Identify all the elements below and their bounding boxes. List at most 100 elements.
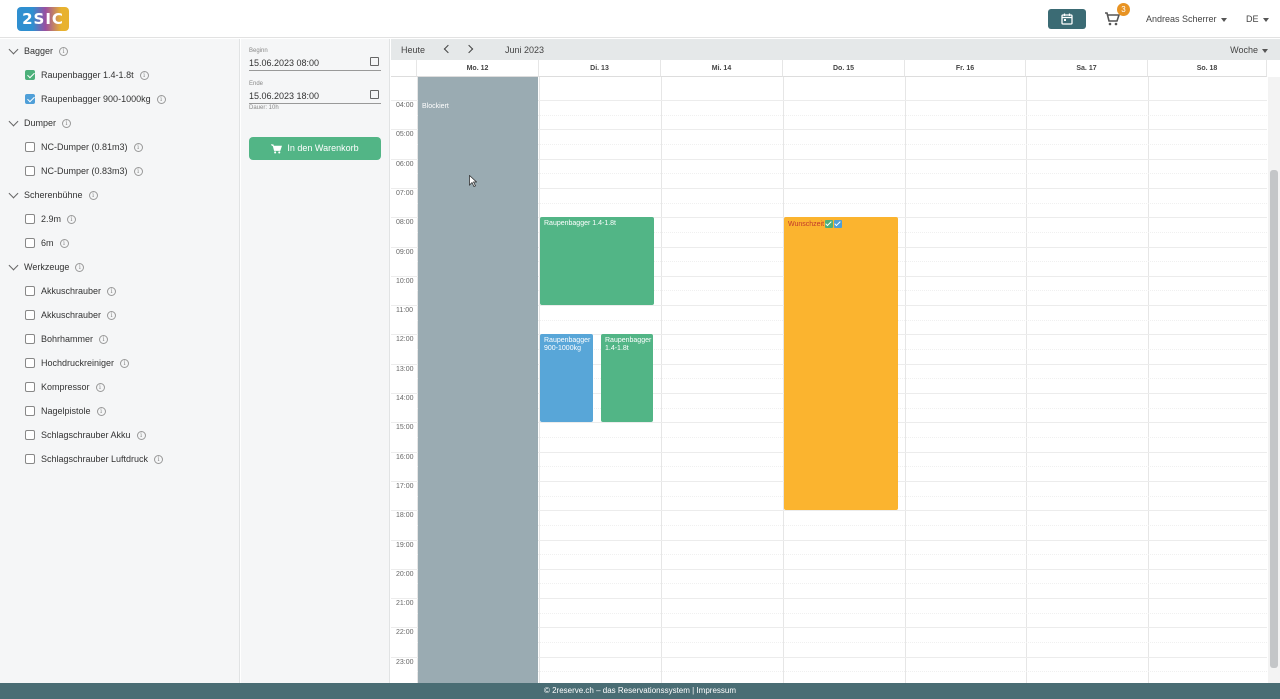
resource-item[interactable]: Nagelpistole i — [25, 404, 106, 418]
resource-label: Hochdruckreiniger — [41, 358, 115, 368]
add-to-cart-button[interactable]: In den Warenkorb — [249, 137, 381, 160]
chevron-down-icon — [1262, 48, 1268, 53]
reservation-event[interactable]: Raupenbagger 900-1000kg — [540, 334, 593, 423]
day-header[interactable]: Mo. 12 — [417, 60, 539, 77]
info-icon[interactable]: i — [133, 142, 143, 152]
group-header[interactable]: Scherenbühne i — [8, 188, 98, 202]
resource-checkbox[interactable] — [25, 214, 35, 224]
info-icon[interactable]: i — [67, 214, 77, 224]
day-column-line — [1148, 77, 1149, 683]
resource-checkbox[interactable] — [25, 358, 35, 368]
group-header[interactable]: Dumper i — [8, 116, 72, 130]
group-header[interactable]: Werkzeuge i — [8, 260, 85, 274]
resource-item[interactable]: Schlagschrauber Luftdruck i — [25, 452, 164, 466]
day-header[interactable]: Di. 13 — [539, 60, 661, 77]
resource-item[interactable]: Kompressor i — [25, 380, 105, 394]
resource-checkbox[interactable] — [25, 406, 35, 416]
calendar-icon — [1061, 13, 1073, 25]
cart-count-badge: 3 — [1117, 3, 1130, 16]
scrollbar-thumb[interactable] — [1270, 170, 1278, 668]
chevron-down-icon — [8, 44, 19, 55]
event-title: Wunschzeit — [788, 221, 825, 229]
resource-checkbox[interactable] — [25, 70, 35, 80]
info-icon[interactable]: i — [59, 46, 69, 56]
resource-checkbox[interactable] — [25, 454, 35, 464]
day-header[interactable]: Fr. 16 — [905, 60, 1026, 77]
resource-item[interactable]: Hochdruckreiniger i — [25, 356, 130, 370]
user-menu[interactable]: Andreas Scherrer — [1146, 14, 1227, 24]
calendar-picker-icon[interactable] — [370, 90, 379, 99]
day-header[interactable]: Do. 15 — [783, 60, 905, 77]
resource-checkbox[interactable] — [25, 238, 35, 248]
info-icon[interactable]: i — [62, 118, 72, 128]
info-icon[interactable]: i — [156, 94, 166, 104]
resource-item[interactable]: NC-Dumper (0.81m3) i — [25, 140, 143, 154]
reservation-event[interactable]: Raupenbagger 1.4-1.8t — [540, 217, 654, 306]
hour-label: 07:00 — [396, 189, 414, 197]
next-week-icon[interactable] — [464, 44, 474, 54]
resource-checkbox[interactable] — [25, 382, 35, 392]
app-logo[interactable]: 2SIC — [17, 7, 69, 31]
resource-item[interactable]: NC-Dumper (0.83m3) i — [25, 164, 143, 178]
day-header[interactable]: Mi. 14 — [661, 60, 783, 77]
info-icon[interactable]: i — [154, 454, 164, 464]
view-selector[interactable]: Woche — [1230, 45, 1268, 55]
day-header[interactable]: Sa. 17 — [1026, 60, 1148, 77]
footer-text[interactable]: © 2reserve.ch – das Reservationssystem |… — [544, 686, 736, 695]
blocked-event[interactable]: Blockiert — [418, 77, 538, 683]
info-icon[interactable]: i — [107, 286, 117, 296]
resource-item[interactable]: Bohrhammer i — [25, 332, 109, 346]
time-grid[interactable]: 04:00 05:00 06:00 07:00 08:00 09:00 10:00 11:00… — [391, 77, 1267, 683]
calendar-view-button[interactable] — [1048, 9, 1086, 29]
resource-label: Akkuschrauber — [41, 286, 102, 296]
previous-week-icon[interactable] — [443, 44, 453, 54]
info-icon[interactable]: i — [75, 262, 85, 272]
resource-item[interactable]: 2.9m i — [25, 212, 77, 226]
resource-label: Akkuschrauber — [41, 310, 102, 320]
hour-label: 05:00 — [396, 131, 414, 139]
info-icon[interactable]: i — [136, 430, 146, 440]
resource-item[interactable]: Schlagschrauber Akku i — [25, 428, 146, 442]
end-datetime-field[interactable]: 15.06.2023 18:00 — [249, 90, 381, 104]
wish-time-event[interactable]: Wunschzeit — [784, 217, 898, 511]
info-icon[interactable]: i — [120, 358, 130, 368]
event-title: Raupenbagger 900-1000kg — [544, 337, 591, 353]
half-hour-line — [417, 202, 1267, 204]
info-icon[interactable]: i — [96, 406, 106, 416]
resource-checkbox[interactable] — [25, 286, 35, 296]
info-icon[interactable]: i — [133, 166, 143, 176]
reservation-event[interactable]: Raupenbagger 1.4-1.8t — [601, 334, 653, 423]
resource-item[interactable]: Raupenbagger 900-1000kg i — [25, 92, 166, 106]
resource-item[interactable]: Raupenbagger 1.4-1.8t i — [25, 68, 149, 82]
cart-icon[interactable] — [1104, 12, 1120, 26]
info-icon[interactable]: i — [107, 310, 117, 320]
start-datetime-field[interactable]: 15.06.2023 08:00 — [249, 57, 381, 71]
half-hour-line — [417, 173, 1267, 175]
resource-checkbox[interactable] — [25, 166, 35, 176]
resource-item[interactable]: 6m i — [25, 236, 69, 250]
info-icon[interactable]: i — [88, 190, 98, 200]
event-title: Raupenbagger 1.4-1.8t — [605, 337, 652, 353]
resource-label: NC-Dumper (0.83m3) — [41, 166, 128, 176]
resource-checkbox[interactable] — [25, 430, 35, 440]
info-icon[interactable]: i — [99, 334, 109, 344]
day-header[interactable]: So. 18 — [1148, 60, 1267, 77]
resource-checkbox[interactable] — [25, 334, 35, 344]
hour-label: 22:00 — [396, 629, 414, 637]
language-menu[interactable]: DE — [1246, 14, 1269, 24]
group-header[interactable]: Bagger i — [8, 44, 69, 58]
calendar-picker-icon[interactable] — [370, 57, 379, 66]
resource-item[interactable]: Akkuschrauber i — [25, 284, 117, 298]
resource-checkbox[interactable] — [25, 142, 35, 152]
resource-checkbox[interactable] — [25, 94, 35, 104]
info-icon[interactable]: i — [139, 70, 149, 80]
today-button[interactable]: Heute — [401, 45, 425, 55]
resource-item[interactable]: Akkuschrauber i — [25, 308, 117, 322]
add-to-cart-label: In den Warenkorb — [287, 143, 359, 153]
resource-label: Raupenbagger 1.4-1.8t — [41, 70, 134, 80]
half-hour-line — [417, 642, 1267, 644]
resource-checkbox[interactable] — [25, 310, 35, 320]
language-label: DE — [1246, 14, 1259, 24]
info-icon[interactable]: i — [59, 238, 69, 248]
info-icon[interactable]: i — [95, 382, 105, 392]
